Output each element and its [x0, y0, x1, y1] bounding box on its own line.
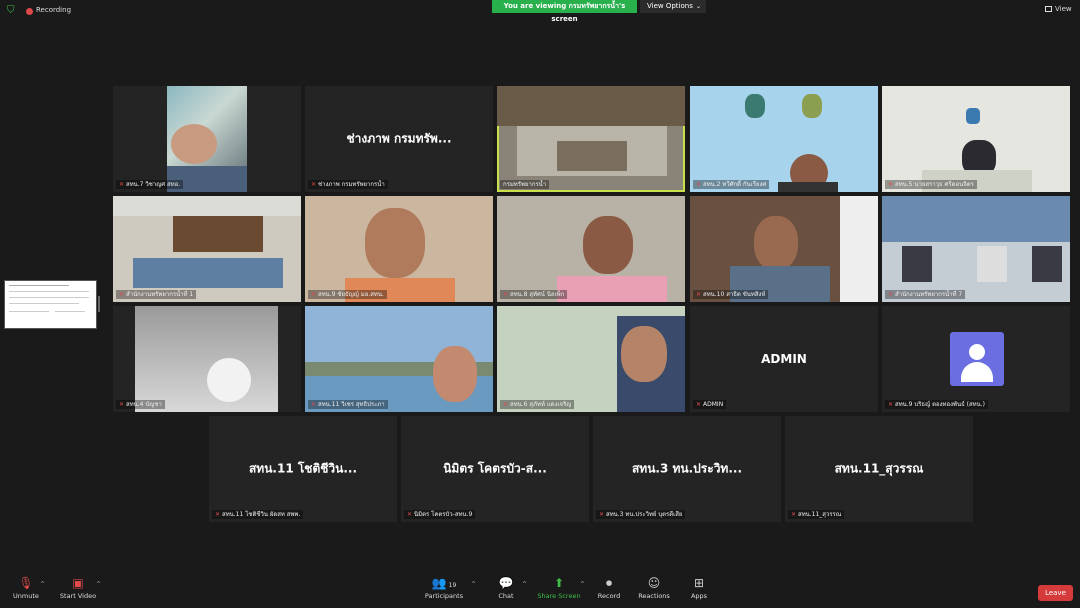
participant-display-name: สทน.11_สุวรรณ [834, 461, 924, 476]
muted-mic-icon: ✕ [311, 291, 317, 298]
video-tile[interactable]: ✕ สำนักงานทรัพยากรน้ำที่ 1 [113, 196, 301, 302]
video-tile[interactable]: นิมิตร โคตรบัว-ส... ✕ นิมิตร โคตรบัว-สทน.… [401, 416, 589, 522]
video-tile[interactable]: ✕ สทน.6 สุภัทท์ แดงเจริญ [497, 306, 685, 412]
video-tile-active-speaker[interactable]: กรมทรัพยากรน้ำ [497, 86, 685, 192]
muted-mic-icon: ✕ [119, 291, 125, 298]
participant-name: ✕ สทน.5 นายสราวุธ ศรีดอนจิตร [885, 180, 977, 189]
participants-icon: 👥 19 [431, 576, 457, 590]
video-tile[interactable]: ✕ สทน.9 ชัยธัญญ์ มอ.สทน. [305, 196, 493, 302]
participant-name: ✕ สทน.2 ทวีศักดิ์ กันเรียงศ [693, 180, 770, 189]
video-tile[interactable]: สทน.3 ทน.ประวิท... ✕ สทน.3 ทน.ประวิทย์ บุ… [593, 416, 781, 522]
participant-display-name: นิมิตร โคตรบัว-ส... [443, 461, 547, 476]
recording-label: Recording [36, 6, 72, 14]
participants-button[interactable]: 👥 19 Participants [414, 572, 474, 600]
participant-name: ✕ สทน.10 สาธิต ขันทสิงห์ [693, 290, 769, 299]
participant-name: ✕ สทน.9 บริธญ์ ตองทองพันธ์ (สทน.) [885, 400, 988, 409]
shared-screen-thumbnail[interactable] [4, 280, 97, 329]
video-tile[interactable]: ✕ สทน.11 วิเชร สุทธิประภา [305, 306, 493, 412]
muted-mic-icon: ✕ [119, 181, 125, 188]
video-tile[interactable]: ✕ สทน.4 บัญชา [113, 306, 301, 412]
muted-mic-icon: ✕ [888, 291, 894, 298]
grid-view-icon [1045, 6, 1052, 12]
muted-mic-icon: ✕ [696, 181, 702, 188]
video-tile[interactable]: ✕ สทน.7 วิชาญศ สทอ. [113, 86, 301, 192]
muted-mic-icon: ✕ [696, 401, 702, 408]
top-bar: ⛉ Recording You are viewing กรมทรัพยากรน… [0, 0, 1080, 23]
participants-count: 19 [448, 582, 457, 589]
participant-name: ✕ สทน.7 วิชาญศ สทอ. [116, 180, 184, 189]
muted-mic-icon: ✕ [215, 511, 221, 518]
video-tile[interactable]: ✕ สทน.2 ทวีศักดิ์ กันเรียงศ [690, 86, 878, 192]
participant-name: ✕ สทน.11 วิเชร สุทธิประภา [308, 400, 388, 409]
recording-dot-icon [26, 8, 33, 15]
apps-icon: ⊞ [693, 576, 705, 590]
muted-mic-icon: ✕ [791, 511, 797, 518]
apps-button[interactable]: ⊞ Apps [669, 572, 729, 600]
view-button[interactable]: View [1045, 5, 1072, 13]
video-tile[interactable]: ช่างภาพ กรมทรัพ... ✕ ช่างภาพ กรมทรัพยากรน… [305, 86, 493, 192]
participant-name: ✕ สำนักงานทรัพยากรน้ำที่ 7 [885, 290, 966, 299]
meeting-toolbar: 🎙 Unmute ^ ▣ Start Video ^ 👥 19 Participa… [0, 572, 1080, 608]
participant-name: ✕ สทน.11_สุวรรณ [788, 510, 845, 519]
participant-name: ✕ สทน.11 โชติชีวิน ผัดสท สพพ. [212, 510, 304, 519]
view-options-button[interactable]: View Options ⌄ [640, 0, 706, 13]
video-tile[interactable]: ✕ สทน.8 สุทัศน์ นิลเพ็ก [497, 196, 685, 302]
video-tile[interactable]: สทน.11 โชติชีวิน... ✕ สทน.11 โชติชีวิน ผั… [209, 416, 397, 522]
participant-name: ✕ นิมิตร โคตรบัว-สทน.9 [404, 510, 476, 519]
participant-display-name: ช่างภาพ กรมทรัพ... [346, 131, 452, 146]
video-options-caret-icon[interactable]: ^ [96, 581, 101, 588]
muted-mic-icon: ✕ [888, 181, 894, 188]
participant-name: ✕ สำนักงานทรัพยากรน้ำที่ 1 [116, 290, 197, 299]
panel-splitter[interactable] [98, 296, 100, 312]
chevron-down-icon: ⌄ [695, 3, 701, 10]
participant-display-name: ADMIN [761, 352, 807, 366]
video-tile[interactable]: สทน.11_สุวรรณ ✕ สทน.11_สุวรรณ [785, 416, 973, 522]
participant-name: ✕ สทน.4 บัญชา [116, 400, 165, 409]
leave-button[interactable]: Leave [1038, 585, 1073, 601]
audio-options-caret-icon[interactable]: ^ [40, 581, 45, 588]
video-tile[interactable]: ADMIN ✕ ADMIN [690, 306, 878, 412]
shield-icon[interactable]: ⛉ [7, 6, 16, 16]
participant-name: ✕ สทน.6 สุภัทท์ แดงเจริญ [500, 400, 575, 409]
muted-mic-icon: ✕ [311, 181, 317, 188]
muted-mic-icon: ✕ [407, 511, 413, 518]
participant-name: ✕ สทน.8 สุทัศน์ นิลเพ็ก [500, 290, 568, 299]
muted-mic-icon: ✕ [503, 401, 509, 408]
muted-mic-icon: ✕ [599, 511, 605, 518]
participant-name: ✕ สทน.3 ทน.ประวิทย์ บุตรดีเสีย [596, 510, 686, 519]
participant-name: ✕ สทน.9 ชัยธัญญ์ มอ.สทน. [308, 290, 387, 299]
muted-mic-icon: ✕ [503, 291, 509, 298]
video-tile[interactable]: ✕ สำนักงานทรัพยากรน้ำที่ 7 [882, 196, 1070, 302]
chat-caret-icon[interactable]: ^ [522, 581, 527, 588]
viewing-screen-banner: You are viewing กรมทรัพยากรน้ำ's screen [492, 0, 637, 23]
video-tile[interactable]: ✕ สทน.10 สาธิต ขันทสิงห์ [690, 196, 878, 302]
participant-name: กรมทรัพยากรน้ำ [500, 180, 550, 189]
participant-name: ✕ ช่างภาพ กรมทรัพยากรน้ำ [308, 180, 388, 189]
muted-mic-icon: ✕ [311, 401, 317, 408]
view-options-label: View Options [647, 2, 693, 10]
default-avatar-icon [950, 332, 1004, 386]
video-tile[interactable]: ✕ สทน.5 นายสราวุธ ศรีดอนจิตร [882, 86, 1070, 192]
view-label: View [1055, 5, 1072, 13]
participant-display-name: สทน.3 ทน.ประวิท... [631, 461, 743, 476]
video-tile[interactable]: ✕ สทน.9 บริธญ์ ตองทองพันธ์ (สทน.) [882, 306, 1070, 412]
muted-mic-icon: ✕ [888, 401, 894, 408]
participant-display-name: สทน.11 โชติชีวิน... [248, 461, 358, 476]
participant-name: ✕ ADMIN [693, 400, 727, 409]
muted-mic-icon: ✕ [119, 401, 125, 408]
muted-mic-icon: ✕ [696, 291, 702, 298]
